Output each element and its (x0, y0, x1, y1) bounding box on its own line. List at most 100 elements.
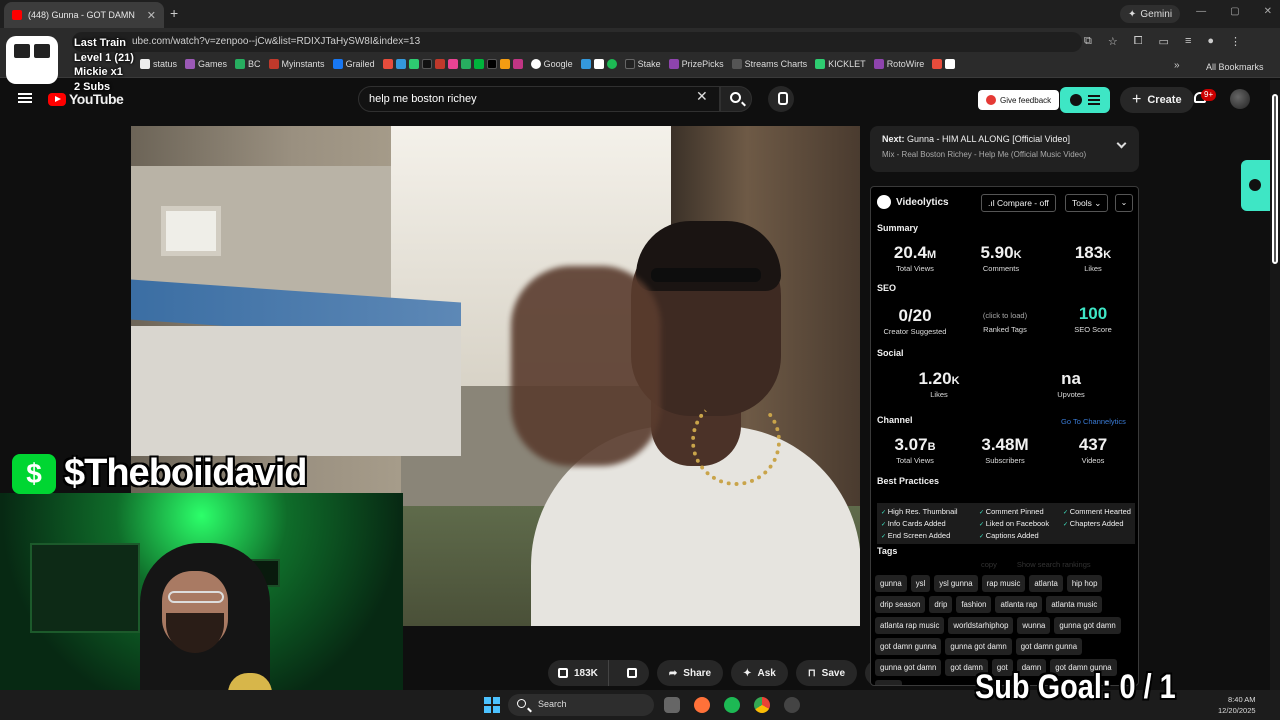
bookmark-item[interactable]: Stake (624, 59, 661, 69)
bookmark-item[interactable]: Grailed (332, 59, 375, 69)
bookmark-item[interactable]: Myinstants (268, 59, 325, 69)
tag-chip[interactable]: wunna (1017, 617, 1051, 634)
search-button[interactable] (720, 86, 752, 112)
save-button[interactable]: ⊓ Save (795, 660, 858, 686)
tag-chip[interactable]: gunna got damn (945, 638, 1012, 655)
maximize-icon[interactable]: ▢ (1230, 6, 1239, 17)
clock-time: 8:40 AM (1228, 695, 1256, 704)
chrome-icon[interactable] (754, 697, 770, 713)
tag-chip[interactable]: hip hop (1066, 575, 1103, 592)
new-tab-button[interactable]: + (170, 5, 178, 21)
windows-start-icon[interactable] (484, 697, 500, 713)
summary-label: Summary (877, 223, 919, 233)
tag-chip[interactable]: worldstarhiphop (948, 617, 1014, 634)
profile-icon[interactable]: ● (1207, 35, 1214, 48)
tag-chip[interactable]: atlanta rap music (875, 617, 945, 634)
train-line: Level 1 (21) (74, 51, 134, 64)
tag-chip[interactable]: ysl gunna (934, 575, 978, 592)
webcam-feed (0, 493, 403, 720)
seo-ranked-tags[interactable]: (click to load) Ranked Tags (965, 310, 1045, 334)
gemini-button[interactable]: ✦ Gemini (1120, 5, 1181, 23)
tag-chip[interactable]: got damn gunna (875, 638, 942, 655)
ask-button[interactable]: ✦ Ask (731, 660, 788, 686)
bookmark-item[interactable]: Google (530, 59, 573, 69)
tag-chip[interactable]: gunna got damn (875, 659, 942, 676)
best-practice-item: High Res. Thumbnail (881, 507, 979, 516)
bookmark-icon-row-2[interactable] (580, 59, 617, 69)
close-window-icon[interactable]: ✕ (1264, 6, 1272, 17)
tag-chip[interactable]: gunna got damn (1054, 617, 1121, 634)
bookmark-star-icon[interactable]: ☆ (1108, 35, 1118, 48)
tag-chip[interactable]: got damn gunna (1015, 638, 1083, 655)
menu-icon[interactable] (18, 93, 32, 103)
bookmark-item[interactable]: BC (235, 59, 261, 69)
show-search-rankings-button[interactable]: Show search rankings (1017, 560, 1091, 569)
search-input[interactable]: help me boston richey (358, 86, 720, 112)
system-clock[interactable]: 8:40 AM 12/20/2025 (1218, 694, 1256, 716)
bookmark-item[interactable]: Games (185, 59, 227, 69)
menu-icon[interactable]: ⋮ (1230, 35, 1241, 48)
vidiq-side-tab[interactable] (1241, 160, 1270, 211)
vidiq-icon (1070, 94, 1082, 106)
cash-app-icon: $ (12, 453, 56, 494)
share-button[interactable]: ➦ Share (656, 660, 724, 686)
create-button[interactable]: + Create (1120, 87, 1194, 113)
tab-title: (448) Gunna - GOT DAMN (28, 10, 135, 20)
tag-chip[interactable]: gunna (875, 575, 907, 592)
sidebar-icon[interactable]: ▭ (1159, 35, 1169, 48)
clock-date: 12/20/2025 (1218, 706, 1256, 715)
obs-icon[interactable] (784, 697, 800, 713)
all-bookmarks[interactable]: All Bookmarks (1206, 62, 1264, 72)
social-likes: 1.20K Likes (918, 369, 960, 399)
minimize-icon[interactable]: — (1196, 6, 1206, 17)
bookmark-item[interactable]: KICKLET (815, 59, 866, 69)
tag-chip[interactable]: fashion (956, 596, 992, 613)
taskbar-search[interactable]: Search (508, 694, 654, 716)
dislike-button[interactable] (615, 660, 649, 686)
install-icon[interactable]: ⧉ (1084, 35, 1092, 48)
extensions-icon[interactable]: ⧠ (1134, 35, 1143, 48)
like-button[interactable]: 183K (548, 660, 609, 686)
spotify-icon[interactable] (724, 697, 740, 713)
go-to-channelytics-link[interactable]: Go To Channelytics (1061, 417, 1126, 426)
scrollbar-thumb[interactable] (1272, 94, 1278, 264)
tag-chip[interactable]: atlanta (1029, 575, 1063, 592)
close-tab-icon[interactable]: ✕ (147, 9, 156, 22)
more-bookmarks-icon[interactable]: » (1174, 60, 1180, 71)
firefox-icon[interactable] (694, 697, 710, 713)
tag-chip[interactable]: atlanta music (1046, 596, 1103, 613)
voice-search-button[interactable] (768, 86, 794, 112)
best-practice-item: Info Cards Added (881, 519, 979, 528)
tag-chip[interactable]: got d (875, 680, 903, 685)
vidiq-menu-button[interactable] (1060, 87, 1110, 113)
bookmark-item[interactable]: Streams Charts (731, 59, 807, 69)
tag-chip[interactable]: drip season (875, 596, 926, 613)
social-label: Social (877, 348, 904, 358)
up-next-card[interactable]: Next: Gunna - HIM ALL ALONG [Official Vi… (870, 126, 1139, 172)
copy-tags-button[interactable]: copy (981, 560, 997, 569)
stat-total-views: 20.4M Total Views (893, 243, 937, 273)
train-line: Last Train (74, 37, 126, 49)
expand-chevron-icon[interactable]: ⌄ (1115, 194, 1133, 212)
give-feedback-button[interactable]: Give feedback (978, 90, 1060, 110)
tag-chip[interactable]: atlanta rap (995, 596, 1043, 613)
youtube-header: YouTube help me boston richey ✕ Give fee… (0, 80, 1270, 120)
reading-list-icon[interactable]: ≡ (1185, 35, 1191, 48)
bookmark-item[interactable]: PrizePicks (668, 59, 724, 69)
tag-chip[interactable]: rap music (981, 575, 1026, 592)
avatar[interactable] (1230, 89, 1250, 109)
tag-chip[interactable]: drip (929, 596, 953, 613)
tag-chip[interactable]: ysl (910, 575, 931, 592)
bookmark-icon-row-3[interactable] (932, 59, 956, 69)
page-scrollbar[interactable] (1270, 80, 1280, 690)
clear-search-icon[interactable]: ✕ (696, 88, 708, 105)
bookmark-item[interactable]: RotoWire (873, 59, 924, 69)
bookmark-icon-row[interactable] (382, 59, 523, 69)
browser-tab[interactable]: (448) Gunna - GOT DAMN ✕ (4, 2, 164, 28)
train-line: Mickie x1 (74, 66, 123, 78)
bookmark-item[interactable]: status (140, 59, 177, 69)
address-bar[interactable]: ube.com/watch?v=zenpoo--jCw&list=RDIXJTa… (72, 32, 1082, 52)
tools-button[interactable]: Tools ⌄ (1065, 194, 1109, 212)
file-explorer-icon[interactable] (664, 697, 680, 713)
compare-button[interactable]: .ıl Compare - off (981, 194, 1056, 212)
